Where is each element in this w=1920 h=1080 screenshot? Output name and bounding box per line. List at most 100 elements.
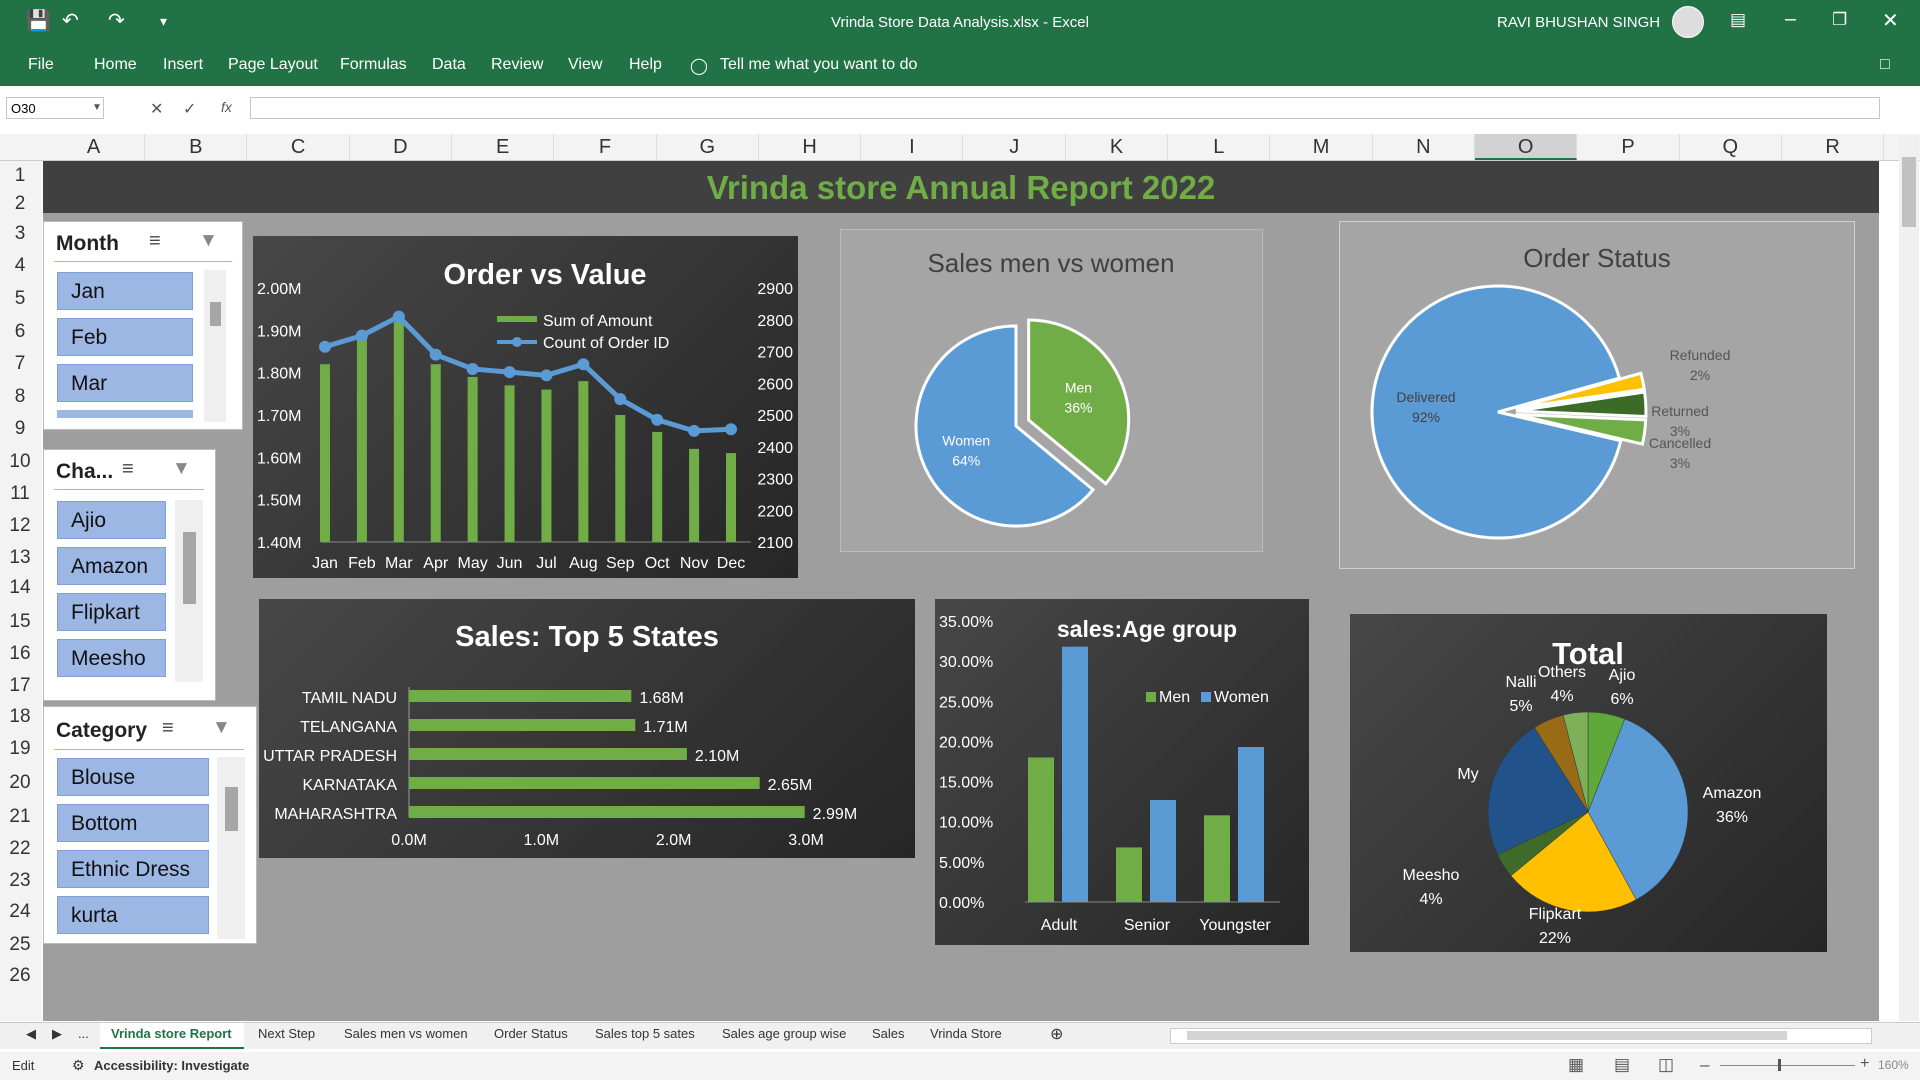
slicer-item-bottom[interactable]: Bottom: [57, 804, 209, 842]
tab-vrinda-store[interactable]: Vrinda Store: [930, 1026, 1002, 1041]
zoom-level[interactable]: 160%: [1878, 1058, 1909, 1072]
slicer-item-flipkart[interactable]: Flipkart: [57, 593, 166, 631]
clear-filter-icon[interactable]: ▼: [172, 458, 191, 480]
chart-top-5-states[interactable]: Sales: Top 5 States TAMIL NADU 1.68M TELAN…: [259, 599, 915, 858]
row-header-18[interactable]: 18: [0, 706, 40, 728]
tab-file[interactable]: File: [28, 56, 54, 74]
column-header-d[interactable]: D: [350, 134, 452, 160]
tab-order-status[interactable]: Order Status: [494, 1026, 568, 1041]
horizontal-scroll-thumb[interactable]: [1187, 1031, 1787, 1040]
row-header-22[interactable]: 22: [0, 838, 40, 860]
tab-review[interactable]: Review: [491, 56, 543, 74]
add-sheet-icon[interactable]: ⊕: [1050, 1024, 1063, 1044]
vertical-scroll-thumb[interactable]: [1902, 157, 1916, 227]
column-header-m[interactable]: M: [1271, 134, 1373, 160]
column-header-l[interactable]: L: [1168, 134, 1271, 160]
row-header-5[interactable]: 5: [0, 288, 40, 310]
row-header-10[interactable]: 10: [0, 451, 40, 473]
row-header-23[interactable]: 23: [0, 870, 40, 892]
chart-order-vs-value[interactable]: Order vs Value 2.00M 1.90M 1.80M 1.70M 1.60M…: [253, 236, 798, 578]
normal-view-icon[interactable]: ▦: [1568, 1055, 1584, 1075]
zoom-slider[interactable]: [1720, 1065, 1855, 1066]
zoom-in-icon[interactable]: +: [1860, 1055, 1869, 1073]
enter-formula-icon[interactable]: ✓: [183, 99, 196, 119]
tab-view[interactable]: View: [568, 56, 602, 74]
slicer-item-mar[interactable]: Mar: [57, 364, 193, 402]
column-header-b[interactable]: B: [145, 134, 248, 160]
row-header-13[interactable]: 13: [0, 547, 40, 569]
vertical-scrollbar[interactable]: [1899, 135, 1919, 1021]
tab-data[interactable]: Data: [432, 56, 466, 74]
row-header-26[interactable]: 26: [0, 965, 40, 987]
column-header-a[interactable]: A: [43, 134, 145, 160]
tab-page-layout[interactable]: Page Layout: [228, 56, 318, 74]
column-header-o[interactable]: O: [1475, 134, 1578, 160]
slicer-scroll-thumb[interactable]: [183, 532, 196, 604]
column-header-f[interactable]: F: [555, 134, 657, 160]
accessibility-status[interactable]: Accessibility: Investigate: [94, 1058, 249, 1073]
name-box[interactable]: O30: [6, 97, 104, 119]
column-header-e[interactable]: E: [452, 134, 555, 160]
tab-scroll-left-icon[interactable]: ◀: [26, 1026, 36, 1042]
lightbulb-icon[interactable]: ◯: [690, 56, 708, 76]
column-header-i[interactable]: I: [861, 134, 964, 160]
chart-total[interactable]: Total Ajio 6% Amazon 36% Flipkart 22% Meesho 4%…: [1350, 614, 1827, 952]
tab-home[interactable]: Home: [94, 56, 137, 74]
page-layout-view-icon[interactable]: ▤: [1614, 1055, 1630, 1075]
slicer-item-kurta[interactable]: kurta: [57, 896, 209, 934]
multi-select-icon[interactable]: ≡: [149, 230, 161, 253]
row-header-9[interactable]: 9: [0, 418, 40, 440]
column-header-p[interactable]: P: [1578, 134, 1680, 160]
row-header-20[interactable]: 20: [0, 772, 40, 794]
column-header-j[interactable]: J: [964, 134, 1066, 160]
clear-filter-icon[interactable]: ▼: [199, 230, 218, 252]
tab-next-step[interactable]: Next Step: [258, 1026, 315, 1041]
tab-scroll-right-icon[interactable]: ▶: [52, 1026, 62, 1042]
row-header-1[interactable]: 1: [0, 165, 40, 187]
minimize-icon[interactable]: –: [1785, 8, 1796, 31]
tab-sales-men-vs-women[interactable]: Sales men vs women: [344, 1026, 468, 1041]
row-header-2[interactable]: 2: [0, 193, 40, 215]
row-header-11[interactable]: 11: [0, 483, 40, 505]
row-header-7[interactable]: 7: [0, 353, 40, 375]
row-header-15[interactable]: 15: [0, 611, 40, 633]
tab-insert[interactable]: Insert: [163, 56, 203, 74]
row-header-6[interactable]: 6: [0, 321, 40, 343]
avatar[interactable]: [1672, 6, 1704, 38]
slicer-item-amazon[interactable]: Amazon: [57, 547, 166, 585]
slicer-item-feb[interactable]: Feb: [57, 318, 193, 356]
slicer-item-jan[interactable]: Jan: [57, 272, 193, 310]
tab-sales-top-5-sates[interactable]: Sales top 5 sates: [595, 1026, 695, 1041]
slicer-item-ethnic-dress[interactable]: Ethnic Dress: [57, 850, 209, 888]
tab-formulas[interactable]: Formulas: [340, 56, 407, 74]
tab-help[interactable]: Help: [629, 56, 662, 74]
row-header-4[interactable]: 4: [0, 255, 40, 277]
row-header-25[interactable]: 25: [0, 934, 40, 956]
tab-sales-age-group-wise[interactable]: Sales age group wise: [722, 1026, 846, 1041]
row-header-17[interactable]: 17: [0, 675, 40, 697]
row-header-14[interactable]: 14: [0, 577, 40, 599]
slicer-item-meesho[interactable]: Meesho: [57, 639, 166, 677]
ribbon-display-icon[interactable]: ▤: [1730, 10, 1746, 30]
horizontal-scrollbar[interactable]: [1170, 1028, 1872, 1044]
multi-select-icon[interactable]: ≡: [162, 717, 174, 740]
slicer-channel[interactable]: Cha... ≡ ▼ Ajio Amazon Flipkart Meesho: [43, 449, 216, 701]
slicer-category[interactable]: Category ≡ ▼ Blouse Bottom Ethnic Dress …: [43, 706, 257, 944]
column-header-n[interactable]: N: [1373, 134, 1475, 160]
slicer-scrollbar[interactable]: [217, 757, 245, 939]
row-header-16[interactable]: 16: [0, 643, 40, 665]
column-header-k[interactable]: K: [1066, 134, 1168, 160]
slicer-scroll-thumb[interactable]: [210, 302, 221, 326]
column-header-q[interactable]: Q: [1680, 134, 1782, 160]
tab-more[interactable]: ...: [78, 1026, 89, 1041]
row-header-21[interactable]: 21: [0, 806, 40, 828]
insert-function-icon[interactable]: fx: [221, 99, 232, 115]
column-header-h[interactable]: H: [759, 134, 862, 160]
row-header-19[interactable]: 19: [0, 738, 40, 760]
multi-select-icon[interactable]: ≡: [122, 458, 134, 481]
slicer-scrollbar[interactable]: [204, 270, 226, 422]
restore-icon[interactable]: ❐: [1832, 10, 1847, 30]
slicer-item-blouse[interactable]: Blouse: [57, 758, 209, 796]
row-header-24[interactable]: 24: [0, 901, 40, 923]
slicer-month[interactable]: Month ≡ ▼ Jan Feb Mar: [43, 221, 243, 430]
